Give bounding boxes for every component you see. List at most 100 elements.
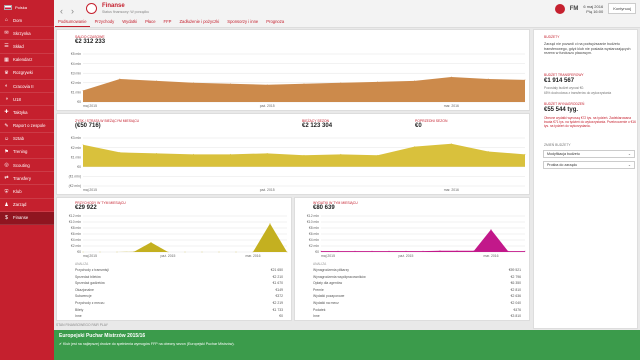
data-point [487,78,489,80]
banner-title: Europejski Puchar Mistrzów 2015/16 [59,333,146,339]
tab[interactable]: Sponsorzy i inne [224,18,261,27]
tab[interactable]: Podsumowanie [55,18,90,27]
forward-arrow-icon[interactable]: › [71,6,74,16]
u18-icon: ◑ [4,96,9,103]
analysis-row: Okazjonalne €149 [75,288,283,292]
y-tick-label: (€1 mln) [69,175,81,179]
analysis-row-name: Przychody z meczu [75,301,105,305]
profit-panel: ZYSK / STRATA W BIEŻĄCYM MIESIĄCU (€50 7… [56,113,530,195]
sidebar-item[interactable]: ◑ U18 [0,93,54,107]
sidebar-item[interactable]: ✚ Taktyka [0,106,54,120]
transfers-icon: ⇄ [4,175,9,182]
x-tick-label: mar. 2016 [483,254,498,258]
tab[interactable]: FFP [161,18,175,27]
analysis-row-value: €149 [275,287,283,292]
analysis-row-name: Okazjonalne [75,287,94,292]
modify-budget-label: Modyfikacja budżetu [547,152,580,156]
data-point [193,82,194,84]
tab[interactable]: Płace [142,18,158,27]
income-panel: PRZYCHODY W TYM MIESIĄCU €29 922 €12 mln… [56,197,292,321]
analysis-row-name: Sprzedaż gadżetów [75,281,105,286]
analysis-row: Bilety €1 733 [75,308,283,312]
page-title: Finanse [102,3,125,9]
analysis-row-name: Opłaty dla agentów [313,281,343,286]
sidebar-item[interactable]: ⌂ Dom [0,14,54,28]
tab[interactable]: Przychody [92,18,118,27]
sidebar-item[interactable]: ♛ Rozgrywki [0,67,54,80]
data-point [487,151,489,152]
analysis-row: Sprzedaż gadżetów €1 670 [75,281,283,285]
y-tick-label: €3 mln [71,71,81,75]
board-request-label: Prośba do zarządu [547,163,578,167]
y-tick-label: €2 mln [71,81,81,85]
data-point [524,250,526,252]
country-label: Polska [15,4,28,10]
sidebar-item[interactable]: ▦ Kalendarz [0,54,54,67]
sidebar-item[interactable]: ✎ Raport o zespole [0,120,54,133]
back-arrow-icon[interactable]: ‹ [60,6,63,16]
data-point [340,153,342,155]
sidebar-item[interactable]: ⚑ Trening [0,146,54,160]
y-tick-label: €0 [77,250,81,254]
game-date: 6 maj 2016 Pią 16:00 [583,4,603,14]
data-point [320,250,322,252]
fairplay-label: STAN FINANSOWEGO FAIR PLAY [56,323,108,327]
analysis-row: Wydatki pozaporowe €2 636 [313,294,521,298]
tab[interactable]: Prognoza [263,18,287,27]
y-tick-label: €0 [315,250,319,254]
current-season-value: €2 123 304 [302,123,333,129]
data-point [167,251,169,253]
x-tick-label: maj 2015 [83,188,97,192]
tab[interactable]: Wydatki [119,18,140,27]
home-icon: ⌂ [4,17,9,24]
x-tick-label: maj 2015 [83,104,97,108]
y-tick-label: €10 mln [69,220,81,224]
sidebar-item-label: Sztab [13,136,24,142]
area-series [321,229,525,252]
analysis-row-value: €2 796 [510,274,521,279]
sidebar-item-label: Kalendarz [13,57,33,63]
sidebar-item[interactable]: ⇄ Transfery [0,172,54,186]
y-tick-label: €4 mln [309,238,319,242]
balance-panel: SALDO CZASOWE €2 312 233 €5 mln €4 mln €3 … [56,29,530,111]
y-tick-label: €2 mln [71,244,81,248]
data-point [303,83,305,85]
chevron-down-icon: ⌄ [627,163,631,167]
transfer-remaining: Pozostały budżet wynosi €0. [544,86,585,90]
x-tick-label: maj 2015 [321,254,335,258]
expenses-analysis-title: ANALIZA [313,262,327,266]
wage-alert: Obecne wydatki wynoszą €72 tys. na tydzi… [544,116,636,128]
club-crest-icon[interactable] [86,3,97,14]
analysis-row-name: Bilety [75,307,84,312]
country-selector[interactable]: Polska [0,0,54,14]
analysis-row-name: Sprzedaż biletów [75,274,101,279]
analysis-row-value: €2 210 [272,274,283,279]
analysis-row-name: Premie [313,287,324,292]
wage-budget-value: €55 544 tyg. [544,107,579,113]
calendar-icon: ▦ [4,56,9,63]
fm-logo[interactable]: FM [570,6,579,12]
modify-budget-select[interactable]: Modyfikacja budżetu ⌄ [543,150,635,158]
data-point [252,251,254,253]
x-tick-label: paź. 2015 [161,254,176,258]
analysis-row-value: €3 810 [510,314,521,319]
analysis-row-value: €21 650 [270,268,283,272]
continue-button[interactable]: Kontynuuj [608,3,636,14]
sidebar-item-label: Finanse [13,215,29,221]
y-tick-label: €0 [77,100,81,104]
sidebar-item[interactable]: ✉ Skrzynka [0,27,54,41]
data-point [119,78,121,80]
sidebar-item[interactable]: $ Finanse [0,211,54,225]
data-point [450,76,452,78]
sidebar-item[interactable]: ◐ Cracovia II [0,80,54,94]
balance-value: €2 312 233 [75,39,106,45]
board-request-select[interactable]: Prośba do zarządu ⌄ [543,161,635,169]
sidebar-item[interactable]: ♟ Zarząd [0,199,54,212]
sidebar-item[interactable]: ☰ Skład [0,40,54,54]
sidebar-item[interactable]: ☺ Sztab [0,133,54,146]
tab[interactable]: Zadłużenie i pożyczki [176,18,222,27]
search-icon[interactable] [554,3,565,14]
sidebar-item[interactable]: ⛨ Klub [0,185,54,199]
sidebar-item[interactable]: ◎ Scouting [0,159,54,173]
data-point [337,250,339,252]
